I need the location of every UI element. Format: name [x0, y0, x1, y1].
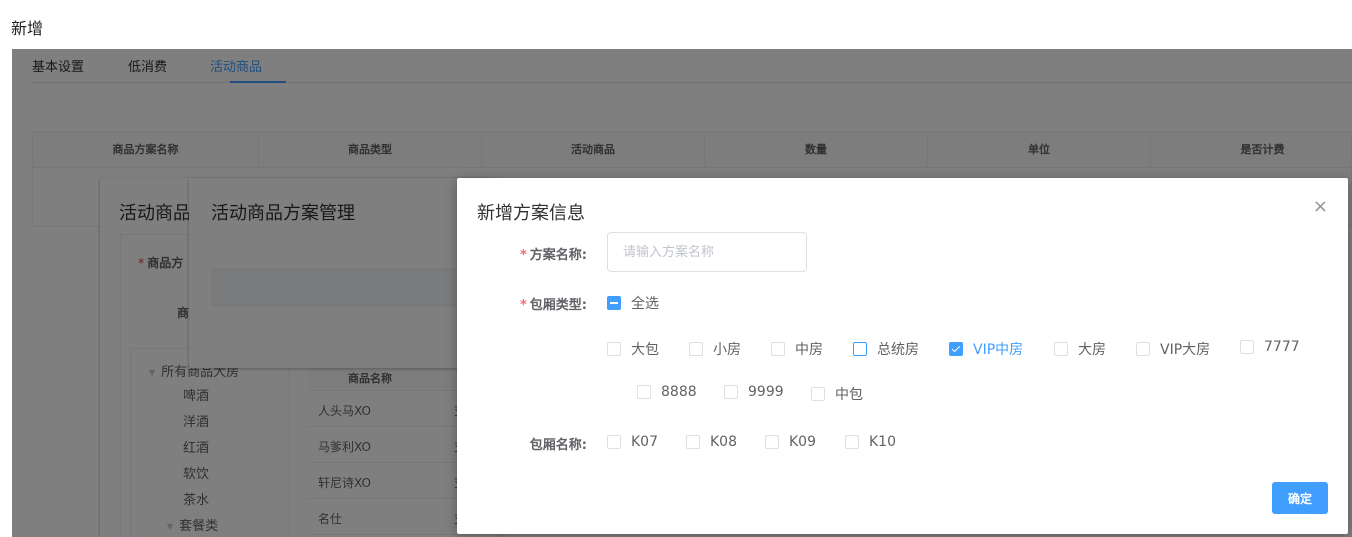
room-name-label: 包厢名称:	[529, 438, 587, 453]
room-type-checkbox[interactable]: 大包	[607, 339, 659, 359]
checkbox-indeterminate-icon	[607, 296, 621, 310]
checkbox-icon	[686, 435, 700, 449]
room-type-checkbox[interactable]: 大房	[1054, 339, 1106, 359]
room-name-checkbox[interactable]: K10	[845, 434, 896, 450]
close-icon[interactable]: ×	[1313, 198, 1328, 216]
room-type-checkbox[interactable]: 总统房	[853, 339, 919, 359]
room-type-checkbox[interactable]: 中包	[811, 384, 863, 404]
scheme-name-label: * 方案名称:	[519, 248, 587, 263]
checkbox-icon	[1240, 340, 1254, 354]
checkbox-icon	[853, 342, 867, 356]
room-type-checkbox[interactable]: 8888	[637, 384, 697, 400]
new-scheme-dialog: 新增方案信息 × *方案名称: *包厢类型: 全选 大包 小房 中房 总统房 V…	[457, 178, 1348, 534]
room-type-checkbox[interactable]: 小房	[689, 339, 741, 359]
checkbox-icon	[771, 342, 785, 356]
room-name-checkbox[interactable]: K07	[607, 434, 658, 450]
checkbox-icon	[637, 385, 651, 399]
checkbox-icon	[845, 435, 859, 449]
page-title: 新增	[11, 19, 44, 38]
checkbox-icon	[1136, 342, 1150, 356]
room-name-checkbox[interactable]: K08	[686, 434, 737, 450]
scheme-name-input[interactable]	[607, 232, 807, 272]
checkbox-icon	[724, 385, 738, 399]
checkbox-checked-icon	[949, 342, 963, 356]
dialog-title: 新增方案信息	[477, 203, 585, 224]
room-type-label: * 包厢类型:	[519, 298, 587, 313]
room-name-checkbox[interactable]: K09	[765, 434, 816, 450]
checkbox-icon	[689, 342, 703, 356]
checkbox-icon	[811, 387, 825, 401]
room-type-checkbox[interactable]: 7777	[1240, 339, 1300, 355]
room-type-checkbox[interactable]: VIP中房	[949, 339, 1023, 359]
select-all-checkbox[interactable]: 全选	[607, 293, 659, 313]
room-type-checkbox[interactable]: 中房	[771, 339, 823, 359]
room-type-checkbox[interactable]: 9999	[724, 384, 784, 400]
checkbox-icon	[607, 435, 621, 449]
checkbox-icon	[1054, 342, 1068, 356]
checkbox-icon	[607, 342, 621, 356]
confirm-button[interactable]: 确定	[1272, 482, 1328, 514]
room-type-checkbox[interactable]: VIP大房	[1136, 339, 1210, 359]
checkbox-icon	[765, 435, 779, 449]
